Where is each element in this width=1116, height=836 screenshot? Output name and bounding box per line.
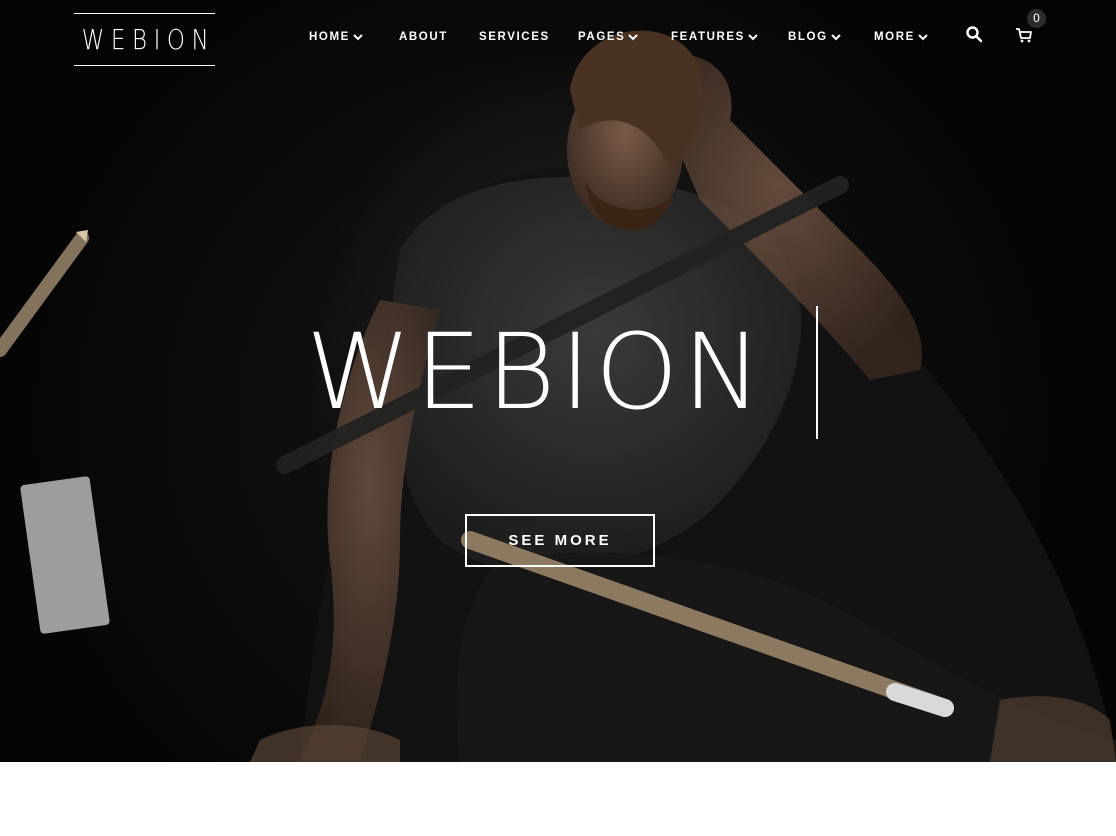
nav-item-label: ABOUT bbox=[399, 31, 448, 43]
hero-title: WEBION bbox=[306, 311, 766, 433]
logo-text: WEBION bbox=[81, 23, 216, 56]
chevron-down-icon bbox=[748, 33, 758, 40]
chevron-down-icon bbox=[918, 33, 928, 40]
nav-item-label: FEATURES bbox=[671, 31, 745, 43]
cart-icon[interactable] bbox=[1015, 26, 1033, 44]
content-section bbox=[0, 762, 1116, 836]
nav-item-label: SERVICES bbox=[479, 31, 550, 43]
nav-item-label: BLOG bbox=[788, 31, 828, 43]
hero-section: WEBION HOME ABOUT SERVICES PAGES FEATURE… bbox=[0, 0, 1116, 762]
nav-item-home[interactable]: HOME bbox=[309, 31, 363, 43]
chevron-down-icon bbox=[830, 33, 841, 40]
see-more-button[interactable]: SEE MORE bbox=[465, 514, 655, 567]
site-logo[interactable]: WEBION bbox=[74, 13, 215, 66]
cart-count-badge: 0 bbox=[1027, 9, 1046, 28]
nav-item-pages[interactable]: PAGES bbox=[578, 31, 639, 43]
nav-item-label: MORE bbox=[874, 31, 915, 43]
search-icon[interactable] bbox=[965, 25, 983, 43]
nav-item-about[interactable]: ABOUT bbox=[399, 31, 448, 43]
nav-item-services[interactable]: SERVICES bbox=[479, 31, 550, 43]
nav-item-label: HOME bbox=[309, 31, 350, 43]
chevron-down-icon bbox=[628, 33, 639, 40]
site-header: WEBION HOME ABOUT SERVICES PAGES FEATURE… bbox=[0, 0, 1116, 80]
chevron-down-icon bbox=[353, 33, 363, 40]
typing-cursor bbox=[816, 306, 818, 439]
nav-item-label: PAGES bbox=[578, 31, 626, 43]
nav-item-blog[interactable]: BLOG bbox=[788, 31, 841, 43]
nav-item-features[interactable]: FEATURES bbox=[671, 31, 758, 43]
nav-item-more[interactable]: MORE bbox=[874, 31, 928, 43]
